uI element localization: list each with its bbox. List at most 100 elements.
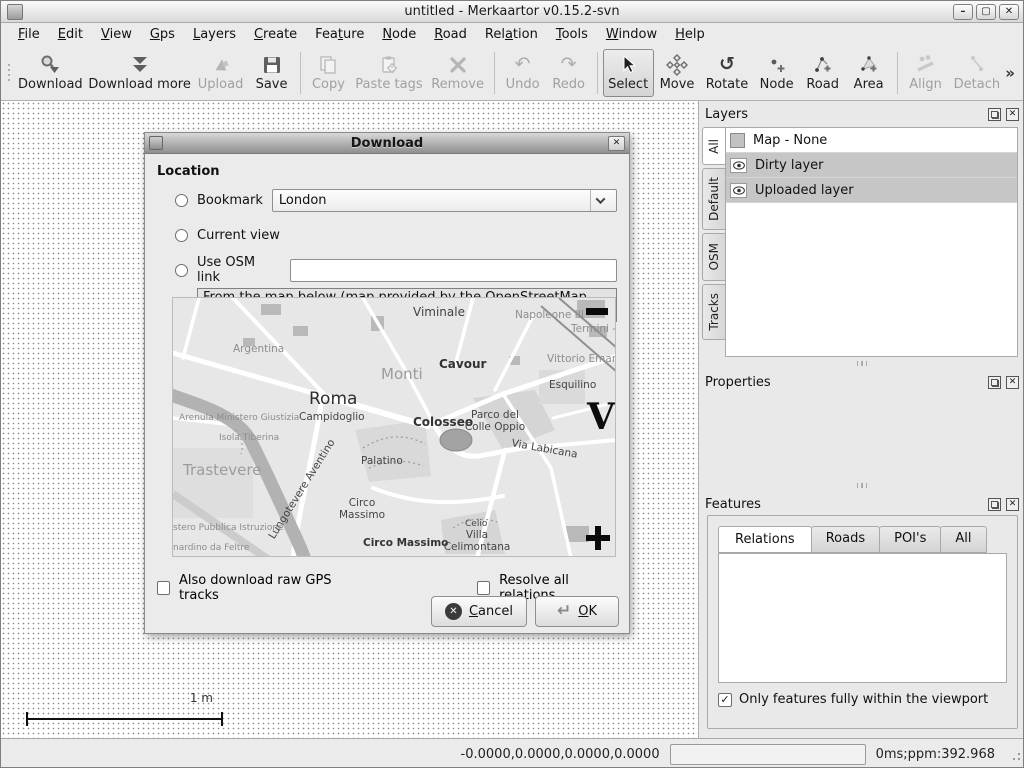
- layer-row-uploaded[interactable]: Uploaded layer: [726, 178, 1017, 203]
- features-tab-bar: Relations Roads POI's All: [718, 526, 986, 553]
- osm-link-input[interactable]: [290, 259, 617, 282]
- move-tool-button[interactable]: Move: [654, 49, 701, 97]
- upload-button[interactable]: Upload: [193, 49, 249, 97]
- properties-panel-header: Properties ✕: [699, 371, 1024, 393]
- status-bar: -0.0000,0.0000,0.0000,0.0000 0ms;ppm:392…: [1, 738, 1023, 768]
- close-panel-icon[interactable]: ✕: [1006, 498, 1019, 511]
- map-label: Napoleone III: [515, 310, 584, 322]
- download-button[interactable]: Download: [14, 49, 87, 97]
- resolve-relations-checkbox[interactable]: [477, 581, 490, 595]
- rotate-tool-button[interactable]: ↺ Rotate: [700, 49, 753, 97]
- download-more-button[interactable]: Download more: [87, 49, 193, 97]
- map-label: Monti: [381, 366, 423, 383]
- bookmark-combobox[interactable]: London: [272, 189, 617, 212]
- area-tool-button[interactable]: Area: [846, 49, 892, 97]
- layers-panel-header: Layers ✕: [699, 103, 1024, 125]
- map-label: Trastevere: [183, 462, 261, 479]
- menu-node[interactable]: Node: [373, 25, 425, 44]
- menu-file[interactable]: File: [9, 25, 49, 44]
- rotate-icon: ↺: [719, 53, 735, 77]
- menu-gps[interactable]: Gps: [141, 25, 184, 44]
- toolbar-overflow-button[interactable]: »: [1005, 64, 1015, 82]
- minimize-button[interactable]: –: [953, 4, 973, 20]
- close-panel-icon[interactable]: ✕: [1006, 376, 1019, 389]
- menu-create[interactable]: Create: [245, 25, 306, 44]
- menu-edit[interactable]: Edit: [49, 25, 92, 44]
- layer-row-map-none[interactable]: Map - None: [726, 128, 1017, 153]
- current-view-radio[interactable]: [175, 229, 188, 242]
- cancel-icon: ✕: [445, 603, 462, 620]
- layers-tab-tracks[interactable]: Tracks: [702, 284, 725, 340]
- close-button[interactable]: ✕: [999, 4, 1019, 20]
- detach-button[interactable]: Detach: [949, 49, 1006, 97]
- layers-tab-osm[interactable]: OSM: [702, 233, 725, 281]
- redo-button[interactable]: ↷ Redo: [546, 49, 592, 97]
- copy-button[interactable]: Copy: [305, 49, 351, 97]
- align-button[interactable]: Align: [903, 49, 949, 97]
- dialog-close-button[interactable]: ✕: [608, 136, 625, 151]
- tab-roads[interactable]: Roads: [811, 526, 880, 553]
- map-label: Termini - La: [571, 324, 616, 336]
- layers-tab-all[interactable]: All: [702, 127, 725, 165]
- layers-panel-title: Layers: [705, 107, 748, 122]
- maximize-button[interactable]: ▢: [976, 4, 996, 20]
- features-list[interactable]: [718, 553, 1007, 683]
- road-icon: [813, 53, 833, 77]
- save-button[interactable]: Save: [249, 49, 295, 97]
- copy-icon: [318, 53, 338, 77]
- cancel-button[interactable]: ✕ Cancel: [431, 596, 527, 627]
- menu-view[interactable]: View: [92, 25, 141, 44]
- osm-link-radio[interactable]: [175, 264, 188, 277]
- float-panel-icon[interactable]: [988, 376, 1001, 389]
- viewport-checkbox[interactable]: ✓: [718, 693, 732, 707]
- map-label: V: [587, 398, 615, 438]
- tab-pois[interactable]: POI's: [879, 526, 941, 553]
- tab-all[interactable]: All: [940, 526, 986, 553]
- dock-splitter[interactable]: [699, 481, 1024, 489]
- toolbar-drag-handle[interactable]: [5, 55, 12, 91]
- map-label: Isola Tiberina: [219, 434, 279, 444]
- close-panel-icon[interactable]: ✕: [1006, 108, 1019, 121]
- menu-relation[interactable]: Relation: [476, 25, 547, 44]
- bookmark-radio[interactable]: [175, 194, 188, 207]
- paste-tags-button[interactable]: Paste tags: [351, 49, 426, 97]
- menu-layers[interactable]: Layers: [184, 25, 245, 44]
- map-label: stero Pubblica Istruzione: [173, 524, 284, 534]
- menu-feature[interactable]: Feature: [306, 25, 373, 44]
- menu-window[interactable]: Window: [597, 25, 666, 44]
- window-title: untitled - Merkaartor v0.15.2-svn: [1, 4, 1023, 19]
- layers-tab-default[interactable]: Default: [702, 168, 725, 230]
- zoom-in-button[interactable]: [586, 526, 610, 550]
- properties-panel-title: Properties: [705, 375, 771, 390]
- eye-icon[interactable]: [730, 183, 747, 198]
- undo-button[interactable]: ↶ Undo: [500, 49, 546, 97]
- layer-row-dirty[interactable]: Dirty layer: [726, 153, 1017, 178]
- zoom-out-button[interactable]: [586, 308, 608, 315]
- menu-road[interactable]: Road: [425, 25, 476, 44]
- align-icon: [915, 53, 937, 77]
- redo-icon: ↷: [561, 53, 577, 77]
- resize-grip[interactable]: [1007, 747, 1021, 761]
- chevron-down-icon[interactable]: [590, 190, 610, 211]
- dock-splitter[interactable]: [699, 359, 1024, 367]
- select-tool-button[interactable]: Select: [603, 49, 654, 97]
- menu-tools[interactable]: Tools: [547, 25, 597, 44]
- download-map[interactable]: Viminale Napoleone III Termini - La Arge…: [172, 297, 616, 557]
- node-tool-button[interactable]: Node: [754, 49, 800, 97]
- map-label: Argentina: [233, 344, 284, 356]
- ok-button[interactable]: ↵ OK: [535, 596, 619, 627]
- float-panel-icon[interactable]: [988, 108, 1001, 121]
- menu-help[interactable]: Help: [666, 25, 714, 44]
- remove-button[interactable]: Remove: [426, 49, 488, 97]
- float-panel-icon[interactable]: [988, 498, 1001, 511]
- tab-relations[interactable]: Relations: [718, 526, 812, 553]
- detach-icon: [966, 53, 988, 77]
- dialog-title-bar[interactable]: Download ✕: [145, 133, 629, 154]
- viewport-checkbox-label: Only features fully within the viewport: [739, 692, 988, 707]
- gps-tracks-checkbox[interactable]: [157, 581, 170, 595]
- eye-icon[interactable]: [730, 158, 747, 173]
- map-label: Viminale: [413, 306, 465, 319]
- toolbar-separator: [897, 52, 898, 94]
- road-tool-button[interactable]: Road: [800, 49, 846, 97]
- map-label: Cavour: [439, 358, 486, 371]
